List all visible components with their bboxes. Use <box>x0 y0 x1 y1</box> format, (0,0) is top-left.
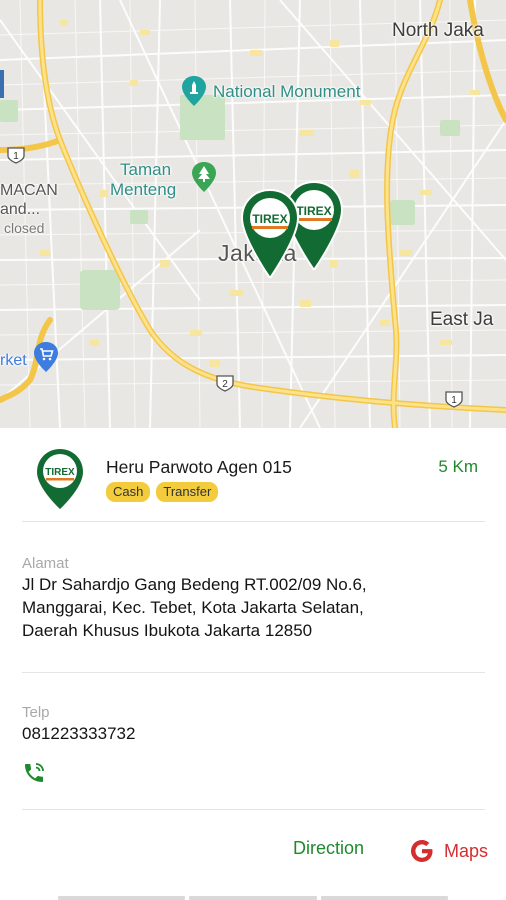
agent-detail-sheet: TIREX Heru Parwoto Agen 015 5 Km Cash Tr… <box>0 428 506 900</box>
map-label-east-jakarta: East Ja <box>430 309 494 330</box>
map-view[interactable]: North Jaka National Monument Taman Mente… <box>0 0 506 428</box>
tag-cash: Cash <box>106 482 151 502</box>
map-label-macan[interactable]: MACAN and... closed <box>0 181 58 238</box>
route-shield-icon: 1 <box>6 146 26 164</box>
bottom-nav-indicator <box>58 896 448 900</box>
address-line-3: Daerah Khusus Ibukota Jakarta 12850 <box>22 621 313 640</box>
address-line-2: Manggarai, Kec. Tebet, Kota Jakarta Sela… <box>22 598 364 617</box>
map-label-menteng: Menteng <box>110 180 177 199</box>
park-pin-icon[interactable] <box>192 162 216 192</box>
google-g-icon <box>408 837 436 865</box>
maps-button[interactable]: Maps <box>408 836 488 866</box>
route-shield-number: 1 <box>451 395 457 406</box>
route-shield-icon: 2 <box>215 374 235 392</box>
phone-value[interactable]: 081223333732 <box>22 722 135 745</box>
phone-label: Telp <box>22 704 50 721</box>
route-shield-number: 2 <box>222 379 228 390</box>
marker-logo-text: TIREX <box>296 204 331 218</box>
route-shield-icon: 1 <box>444 390 464 408</box>
map-label-market[interactable]: rket <box>0 352 27 370</box>
address-value: Jl Dr Sahardjo Gang Bedeng RT.002/09 No.… <box>22 573 367 642</box>
map-label-national-monument[interactable]: National Monument <box>213 82 360 102</box>
map-label-north-jakarta: North Jaka <box>392 20 484 41</box>
agent-logo-text: TIREX <box>45 467 75 478</box>
agent-name: Heru Parwoto Agen 015 <box>106 457 292 477</box>
map-label-macan-name: MACAN <box>0 182 58 199</box>
agent-distance: 5 Km <box>438 457 478 476</box>
action-bar: Direction Maps <box>0 836 506 872</box>
agent-logo-icon: TIREX <box>36 448 84 510</box>
agent-header[interactable]: TIREX Heru Parwoto Agen 015 5 Km Cash Tr… <box>0 428 506 520</box>
route-shield-number: 1 <box>13 151 19 162</box>
divider <box>22 521 485 522</box>
payment-tags: Cash Transfer <box>106 482 219 502</box>
map-label-taman: Taman <box>120 160 172 179</box>
address-line-1: Jl Dr Sahardjo Gang Bedeng RT.002/09 No.… <box>22 575 367 594</box>
divider <box>22 809 485 810</box>
maps-button-label: Maps <box>443 840 488 861</box>
divider <box>22 672 485 673</box>
shopping-pin-icon[interactable] <box>34 342 58 372</box>
marker-logo-text: TIREX <box>252 212 287 226</box>
monument-pin-icon[interactable] <box>182 76 206 106</box>
address-label: Alamat <box>22 555 69 572</box>
tag-transfer: Transfer <box>156 482 219 502</box>
map-label-taman-menteng[interactable]: Taman Menteng <box>110 160 176 200</box>
direction-button[interactable]: Direction <box>293 838 364 859</box>
map-label-macan-sub: and... <box>0 201 41 218</box>
agent-marker-pin[interactable]: TIREX <box>240 188 300 278</box>
phone-call-icon[interactable] <box>22 761 46 785</box>
map-label-macan-status: closed <box>4 220 45 236</box>
